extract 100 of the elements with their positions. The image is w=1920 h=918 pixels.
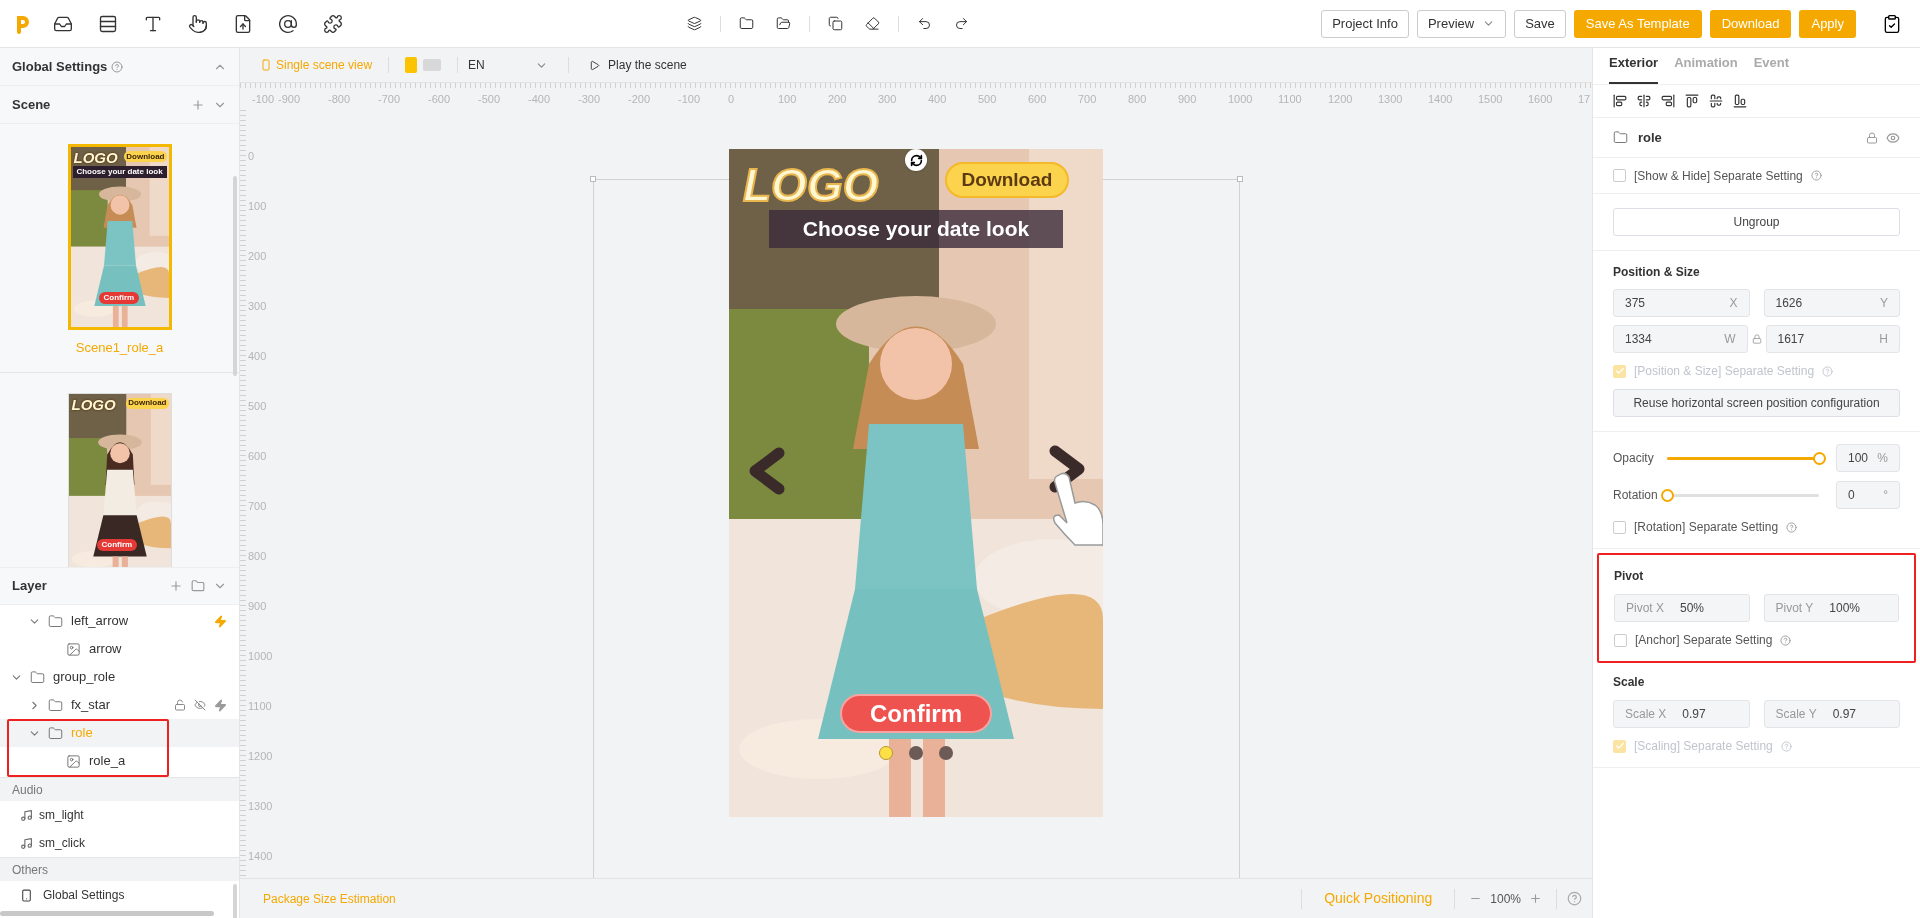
ruler-label: -700 [378, 92, 401, 107]
number-field[interactable]: Scale Y 0.97 [1763, 700, 1900, 728]
reuse-config-button[interactable]: Reuse horizontal screen position configuration [1613, 389, 1900, 417]
number-field[interactable]: 1334 W [1613, 325, 1748, 353]
layer-row[interactable]: role_a [0, 747, 239, 775]
layer-row[interactable]: arrow [0, 635, 239, 663]
ruler-label: 500 [248, 399, 267, 414]
scene-thumbnail[interactable]: LOGO Download Choose your date look Confirm [67, 144, 172, 330]
help-icon[interactable] [1822, 365, 1834, 377]
ruler-label: 300 [878, 92, 897, 107]
music-note-icon [20, 808, 33, 822]
audio-row[interactable]: sm_click [0, 829, 239, 857]
ruler-label: -800 [328, 92, 351, 107]
folder-icon [1613, 130, 1628, 145]
slider-thumb[interactable] [1661, 488, 1674, 502]
ruler-label: 100 [778, 92, 797, 107]
resize-handle[interactable] [1237, 176, 1243, 182]
align-center-icon[interactable] [1637, 94, 1651, 108]
ruler-label: -400 [528, 92, 551, 107]
help-icon[interactable] [1780, 634, 1792, 646]
ruler-label: 1300 [1378, 92, 1403, 107]
help-icon[interactable] [1786, 521, 1798, 533]
title-banner: Choose your date look [72, 166, 167, 178]
image-icon [66, 753, 81, 769]
folder-icon [48, 725, 63, 741]
checkbox-label: [Show & Hide] Separate Setting [1634, 167, 1803, 185]
lock-icon[interactable] [174, 699, 186, 711]
zoom-in-icon[interactable] [1529, 892, 1542, 905]
number-field[interactable]: Pivot Y 100% [1763, 594, 1899, 622]
ruler-label: -100 [252, 92, 275, 107]
number-field[interactable]: 100 % [1836, 444, 1900, 472]
panel-tab[interactable]: Exterior [1609, 52, 1659, 84]
section-title: Position & Size [1613, 264, 1701, 281]
number-field[interactable]: Pivot X 50% [1614, 594, 1750, 622]
ruler-label: -600 [428, 92, 451, 107]
scene-thumbnail[interactable]: LOGO Download Confirm [67, 392, 172, 567]
help-icon[interactable] [1567, 891, 1582, 906]
dropdown-button[interactable]: Preview [1416, 9, 1507, 38]
eye-icon[interactable] [1886, 130, 1900, 145]
align-left-icon[interactable] [1613, 94, 1627, 108]
play-button[interactable]: Play the scene [589, 56, 687, 74]
lightning-icon[interactable] [214, 614, 227, 628]
align-middle-icon[interactable] [1709, 94, 1723, 108]
checkbox-label: [Rotation] Separate Setting [1634, 519, 1779, 536]
ungroup-button[interactable]: Ungroup [1613, 208, 1900, 236]
outline-button[interactable]: Project Info [1321, 9, 1409, 38]
language-select[interactable]: EN [468, 56, 549, 74]
ruler-label: 900 [1178, 92, 1197, 107]
zoom-level: 100% [1490, 890, 1521, 908]
help-icon[interactable] [1780, 740, 1792, 752]
eye-off-icon[interactable] [194, 699, 206, 711]
number-field[interactable]: 375 X [1613, 289, 1750, 317]
checkbox-label: [Scaling] Separate Setting [1634, 738, 1773, 755]
resize-handle[interactable] [590, 176, 596, 182]
audio-row[interactable]: sm_light [0, 801, 239, 829]
help-icon[interactable] [1810, 170, 1822, 181]
ruler-label: -500 [478, 92, 501, 107]
section-title: Pivot [1614, 568, 1645, 585]
ruler-label: 1200 [248, 749, 273, 764]
ruler-label: 1100 [1278, 92, 1302, 107]
add-icon[interactable] [191, 97, 205, 112]
ruler-label: 100 [248, 199, 267, 214]
ruler-label: 17 [1578, 92, 1591, 107]
ruler-label: 800 [248, 549, 267, 564]
add-icon[interactable] [169, 579, 183, 593]
ruler-label: 200 [828, 92, 847, 107]
help-icon[interactable] [111, 60, 124, 73]
ruler-label: 1600 [1528, 92, 1553, 107]
title-banner: Choose your date look [769, 210, 1063, 248]
checkbox[interactable] [1613, 520, 1626, 534]
slider-thumb[interactable] [1813, 451, 1826, 465]
layer-row[interactable]: left_arrow [0, 607, 239, 635]
number-field[interactable]: 1617 H [1765, 325, 1900, 353]
settings-row[interactable]: Global Settings [0, 881, 239, 909]
align-bottom-icon[interactable] [1733, 94, 1747, 108]
ruler-label: 1300 [248, 799, 273, 814]
ruler-label: 200 [248, 249, 267, 264]
section-title: Scale [1613, 674, 1646, 691]
portrait-toggle[interactable] [405, 57, 418, 73]
outline-button[interactable]: Save [1514, 9, 1566, 38]
confirm-pill: Confirm [840, 694, 992, 733]
checkbox[interactable] [1613, 169, 1626, 182]
layer-row[interactable]: fx_star [0, 691, 239, 719]
align-top-icon[interactable] [1685, 94, 1699, 108]
lock-icon[interactable] [1751, 334, 1762, 344]
ruler-label: 700 [1078, 92, 1097, 107]
number-field[interactable]: Scale X 0.97 [1613, 700, 1750, 728]
slider-label: Rotation [1613, 487, 1659, 504]
ruler-label: -200 [628, 92, 651, 107]
align-right-icon[interactable] [1661, 94, 1675, 108]
number-field[interactable]: 0 ° [1836, 481, 1900, 509]
lock-icon[interactable] [1866, 131, 1878, 144]
lightning-icon[interactable] [214, 698, 227, 712]
layer-row[interactable]: group_role [0, 663, 239, 691]
landscape-toggle[interactable] [423, 59, 442, 71]
checkbox[interactable] [1614, 633, 1627, 647]
image-icon [66, 641, 81, 657]
number-field[interactable]: 1626 Y [1763, 289, 1900, 317]
ruler-label: 1500 [1478, 92, 1503, 107]
ruler-label: 600 [248, 449, 267, 464]
